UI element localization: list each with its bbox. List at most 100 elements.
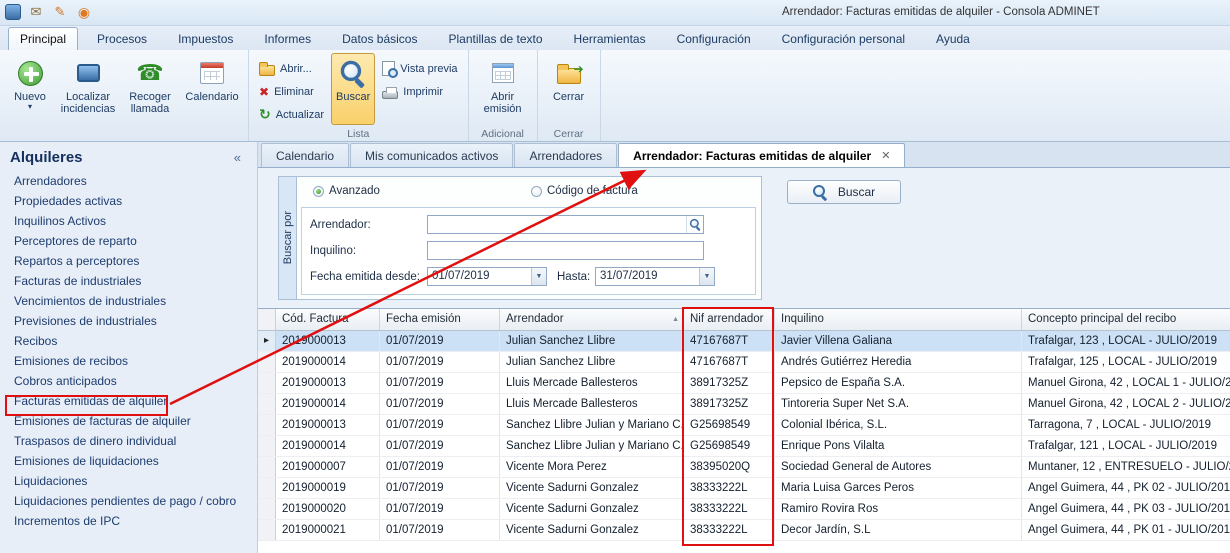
table-cell[interactable]: Vicente Sadurni Gonzalez (500, 520, 684, 540)
table-row[interactable]: 201900001901/07/2019Vicente Sadurni Gonz… (258, 478, 1230, 499)
radio-avanzado[interactable]: Avanzado (313, 185, 380, 197)
table-cell[interactable]: Tarragona, 7 , LOCAL - JULIO/2019 (1022, 415, 1230, 435)
row-selector[interactable] (258, 457, 276, 477)
sidebar-item[interactable]: Incrementos de IPC (0, 511, 257, 531)
sidebar-item[interactable]: Facturas de industriales (0, 271, 257, 291)
table-row[interactable]: 201900002001/07/2019Vicente Sadurni Gonz… (258, 499, 1230, 520)
table-cell[interactable]: 01/07/2019 (380, 331, 500, 351)
menu-tab-datos-basicos[interactable]: Datos básicos (330, 27, 429, 50)
table-cell[interactable]: Trafalgar, 121 , LOCAL - JULIO/2019 (1022, 436, 1230, 456)
row-selector[interactable] (258, 436, 276, 456)
table-cell[interactable]: 38333222L (684, 499, 775, 519)
table-cell[interactable]: 01/07/2019 (380, 478, 500, 498)
sidebar-item[interactable]: Liquidaciones pendientes de pago / cobro (0, 491, 257, 511)
table-cell[interactable]: Sanchez Llibre Julian y Mariano C.B. (500, 436, 684, 456)
table-cell[interactable]: G25698549 (684, 436, 775, 456)
table-cell[interactable]: 01/07/2019 (380, 394, 500, 414)
arrendador-lookup-button[interactable] (686, 216, 703, 233)
row-selector[interactable] (258, 352, 276, 372)
sidebar-item[interactable]: Liquidaciones (0, 471, 257, 491)
menu-tab-plantillas[interactable]: Plantillas de texto (436, 27, 554, 50)
table-row[interactable]: ▸201900001301/07/2019Julian Sanchez Llib… (258, 331, 1230, 352)
buscar-ribbon-button[interactable]: Buscar (331, 53, 375, 125)
table-cell[interactable]: Julian Sanchez Llibre (500, 352, 684, 372)
table-cell[interactable]: Sociedad General de Autores (775, 457, 1022, 477)
column-header-arrendador[interactable]: Arrendador ▲ (500, 309, 684, 330)
nuevo-button[interactable]: Nuevo ▾ (5, 53, 55, 125)
chevron-down-icon[interactable]: ▼ (531, 268, 546, 285)
mail-icon[interactable]: ✉ (27, 3, 45, 21)
menu-tab-procesos[interactable]: Procesos (85, 27, 159, 50)
table-cell[interactable]: Trafalgar, 125 , LOCAL - JULIO/2019 (1022, 352, 1230, 372)
table-cell[interactable]: 2019000014 (276, 394, 380, 414)
abrir-emision-button[interactable]: Abrir emisión (474, 53, 532, 125)
table-cell[interactable]: 2019000014 (276, 352, 380, 372)
sidebar-item[interactable]: Emisiones de liquidaciones (0, 451, 257, 471)
collapse-sidebar-button[interactable]: « (230, 150, 245, 165)
table-cell[interactable]: Enrique Pons Vilalta (775, 436, 1022, 456)
table-cell[interactable]: Angel Guimera, 44 , PK 01 - JULIO/2019 (1022, 520, 1230, 540)
table-cell[interactable]: 01/07/2019 (380, 457, 500, 477)
table-cell[interactable]: Decor Jardín, S.L (775, 520, 1022, 540)
table-cell[interactable]: 01/07/2019 (380, 436, 500, 456)
row-selector[interactable] (258, 415, 276, 435)
cerrar-button[interactable]: ➔ Cerrar (543, 53, 595, 125)
table-cell[interactable]: 01/07/2019 (380, 373, 500, 393)
buscar-button[interactable]: Buscar (787, 180, 901, 204)
eliminar-button[interactable]: ✖ Eliminar (254, 82, 329, 101)
tab-calendario[interactable]: Calendario (261, 143, 349, 167)
menu-tab-configuracion-personal[interactable]: Configuración personal (770, 27, 917, 50)
sidebar-item[interactable]: Emisiones de facturas de alquiler (0, 411, 257, 431)
table-cell[interactable]: Julian Sanchez Llibre (500, 331, 684, 351)
row-selector[interactable] (258, 520, 276, 540)
table-cell[interactable]: 2019000013 (276, 415, 380, 435)
inquilino-input[interactable] (428, 242, 703, 259)
table-cell[interactable]: Javier Villena Galiana (775, 331, 1022, 351)
sidebar-item[interactable]: Propiedades activas (0, 191, 257, 211)
sidebar-item[interactable]: Facturas emitidas de alquiler (0, 391, 257, 411)
sidebar-item[interactable]: Vencimientos de industriales (0, 291, 257, 311)
table-cell[interactable]: Vicente Mora Perez (500, 457, 684, 477)
app-icon[interactable] (5, 4, 21, 20)
vista-previa-button[interactable]: Vista previa (377, 59, 462, 78)
table-cell[interactable]: 38395020Q (684, 457, 775, 477)
tab-mis-comunicados[interactable]: Mis comunicados activos (350, 143, 513, 167)
sidebar-item[interactable]: Previsiones de industriales (0, 311, 257, 331)
fecha-desde-combo[interactable]: 01/07/2019 ▼ (427, 267, 547, 286)
table-cell[interactable]: 38917325Z (684, 394, 775, 414)
table-cell[interactable]: 2019000014 (276, 436, 380, 456)
arrendador-input[interactable] (428, 216, 686, 233)
table-cell[interactable]: Lluis Mercade Ballesteros (500, 394, 684, 414)
row-selector[interactable] (258, 478, 276, 498)
tab-arrendadores[interactable]: Arrendadores (514, 143, 617, 167)
table-cell[interactable]: 2019000007 (276, 457, 380, 477)
menu-tab-herramientas[interactable]: Herramientas (562, 27, 658, 50)
tab-facturas-emitidas[interactable]: Arrendador: Facturas emitidas de alquile… (618, 143, 905, 167)
table-row[interactable]: 201900000701/07/2019Vicente Mora Perez38… (258, 457, 1230, 478)
table-cell[interactable]: 2019000021 (276, 520, 380, 540)
table-cell[interactable]: Maria Luisa Garces Peros (775, 478, 1022, 498)
actualizar-button[interactable]: ↻ Actualizar (254, 105, 329, 124)
sidebar-item[interactable]: Cobros anticipados (0, 371, 257, 391)
recoger-llamada-button[interactable]: ☎ Recoger llamada (121, 53, 179, 125)
table-cell[interactable]: Ramiro Rovira Ros (775, 499, 1022, 519)
table-cell[interactable]: Trafalgar, 123 , LOCAL - JULIO/2019 (1022, 331, 1230, 351)
table-cell[interactable]: Colonial Ibérica, S.L. (775, 415, 1022, 435)
imprimir-button[interactable]: Imprimir (377, 82, 462, 101)
table-cell[interactable]: G25698549 (684, 415, 775, 435)
menu-tab-impuestos[interactable]: Impuestos (166, 27, 245, 50)
table-row[interactable]: 201900001401/07/2019Julian Sanchez Llibr… (258, 352, 1230, 373)
row-selector[interactable] (258, 373, 276, 393)
table-cell[interactable]: 38333222L (684, 478, 775, 498)
table-cell[interactable]: 47167687T (684, 352, 775, 372)
table-row[interactable]: 201900001301/07/2019Lluis Mercade Balles… (258, 373, 1230, 394)
fecha-hasta-combo[interactable]: 31/07/2019 ▼ (595, 267, 715, 286)
table-cell[interactable]: Muntaner, 12 , ENTRESUELO - JULIO/2019 (1022, 457, 1230, 477)
row-selector[interactable] (258, 499, 276, 519)
row-selector[interactable] (258, 394, 276, 414)
table-row[interactable]: 201900001301/07/2019Sanchez Llibre Julia… (258, 415, 1230, 436)
menu-tab-informes[interactable]: Informes (252, 27, 323, 50)
table-cell[interactable]: 47167687T (684, 331, 775, 351)
sidebar-item[interactable]: Recibos (0, 331, 257, 351)
table-cell[interactable]: 38917325Z (684, 373, 775, 393)
